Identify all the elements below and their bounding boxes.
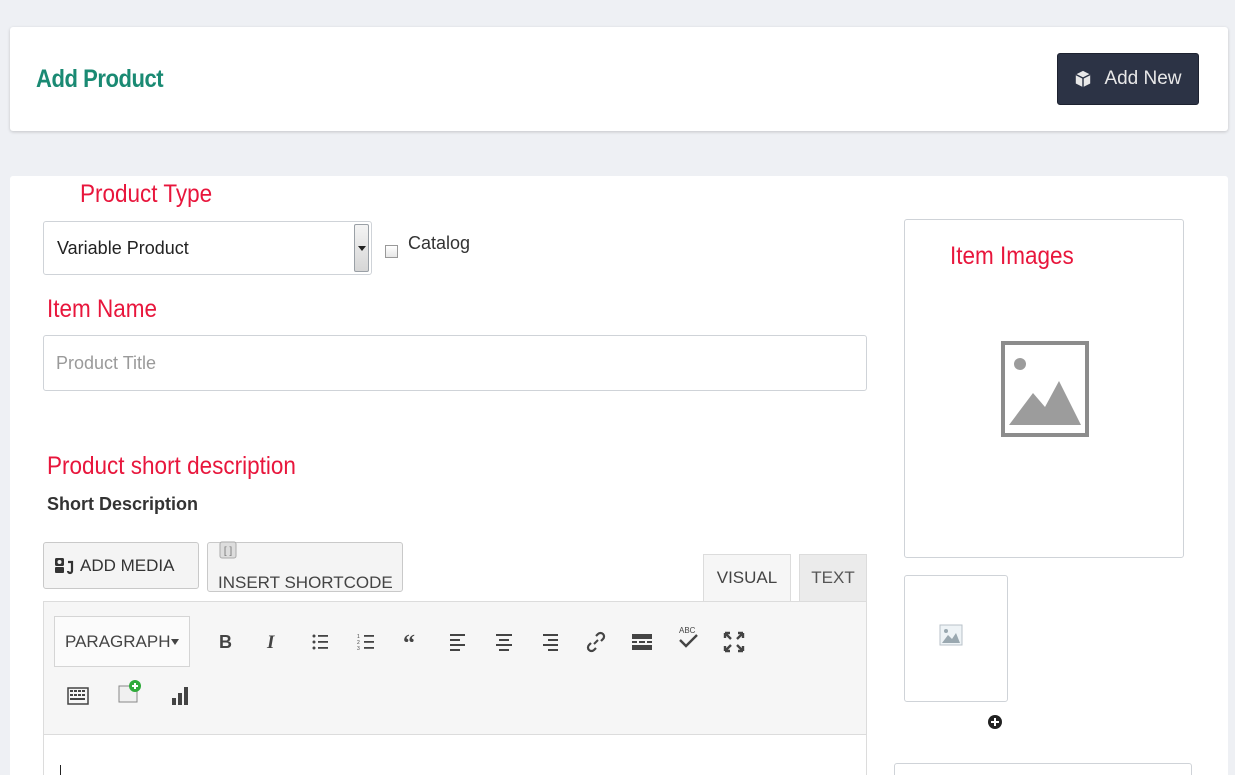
blockquote-button[interactable]: “ bbox=[396, 626, 428, 658]
read-more-icon bbox=[632, 634, 652, 650]
catalog-checkbox[interactable] bbox=[385, 245, 398, 258]
insert-shortcode-label: INSERT SHORTCODE bbox=[218, 573, 393, 592]
link-icon bbox=[586, 631, 606, 653]
svg-text:[ ]: [ ] bbox=[224, 546, 233, 557]
fullscreen-button[interactable] bbox=[718, 626, 750, 658]
cube-icon bbox=[1075, 70, 1091, 88]
short-description-label: Short Description bbox=[47, 494, 199, 514]
product-type-value: Variable Product bbox=[57, 237, 189, 258]
page-title: Add Product bbox=[36, 65, 164, 93]
item-name-annotation: Item Name bbox=[47, 295, 158, 323]
tab-visual[interactable]: VISUAL bbox=[703, 554, 791, 601]
catalog-label: Catalog bbox=[408, 233, 471, 253]
image-placeholder-icon bbox=[1001, 341, 1089, 437]
italic-button[interactable]: I bbox=[256, 626, 288, 658]
add-media-label: ADD MEDIA bbox=[80, 555, 175, 575]
add-new-label: Add New bbox=[1104, 68, 1182, 89]
insert-shortcode-button[interactable]: [ ] INSERT SHORTCODE bbox=[207, 541, 403, 592]
bulleted-list-icon bbox=[312, 634, 328, 650]
shortcode-icon: [ ] bbox=[219, 541, 237, 559]
align-left-icon bbox=[450, 634, 465, 651]
svg-text:B: B bbox=[219, 632, 232, 652]
side-panel-box bbox=[894, 763, 1192, 775]
paragraph-format-value: PARAGRAPH bbox=[65, 631, 171, 651]
svg-text:3: 3 bbox=[357, 646, 360, 652]
page-header: Add Product Add New bbox=[10, 27, 1228, 131]
read-more-button[interactable] bbox=[626, 626, 658, 658]
bold-icon: B bbox=[219, 632, 232, 652]
align-left-button[interactable] bbox=[442, 626, 474, 658]
chart-icon bbox=[172, 687, 188, 705]
media-icon bbox=[55, 557, 74, 574]
italic-icon: I bbox=[266, 632, 275, 652]
spellcheck-icon: ABC bbox=[679, 626, 698, 648]
align-right-icon bbox=[543, 634, 558, 651]
tab-text[interactable]: TEXT bbox=[799, 554, 867, 601]
numbered-list-button[interactable]: 1 2 3 bbox=[350, 626, 382, 658]
add-new-button[interactable]: Add New bbox=[1057, 53, 1199, 105]
fullscreen-icon bbox=[723, 631, 745, 653]
link-button[interactable] bbox=[580, 626, 612, 658]
blockquote-icon: “ bbox=[403, 632, 415, 652]
short-description-annotation: Product short description bbox=[47, 452, 296, 480]
product-type-annotation: Product Type bbox=[80, 180, 213, 208]
bold-button[interactable]: B bbox=[208, 626, 240, 658]
spellcheck-button[interactable]: ABC bbox=[672, 622, 704, 654]
svg-text:“: “ bbox=[403, 632, 415, 652]
add-media-button[interactable]: ADD MEDIA bbox=[43, 542, 199, 589]
align-right-button[interactable] bbox=[534, 626, 566, 658]
add-note-button[interactable] bbox=[114, 676, 146, 708]
chart-button[interactable] bbox=[164, 680, 196, 712]
add-note-icon bbox=[118, 680, 141, 703]
toolbar-toggle-icon bbox=[67, 687, 89, 705]
product-type-select[interactable]: Variable Product bbox=[43, 221, 372, 275]
svg-text:ABC: ABC bbox=[679, 626, 696, 635]
bulleted-list-button[interactable] bbox=[304, 626, 336, 658]
numbered-list-icon: 1 2 3 bbox=[357, 634, 374, 652]
svg-text:I: I bbox=[266, 632, 275, 652]
toolbar-toggle-button[interactable] bbox=[62, 680, 94, 712]
gallery-thumbnail[interactable] bbox=[904, 575, 1008, 702]
chevron-down-icon bbox=[170, 638, 179, 645]
editor-toolbar: PARAGRAPH B I 1 2 3 “ ABC bbox=[43, 601, 867, 735]
item-images-annotation: Item Images bbox=[950, 242, 1074, 270]
short-description-editor[interactable] bbox=[43, 735, 867, 775]
product-title-input[interactable] bbox=[43, 335, 867, 391]
align-center-button[interactable] bbox=[488, 626, 520, 658]
paragraph-format-select[interactable]: PARAGRAPH bbox=[54, 616, 190, 667]
text-cursor bbox=[60, 765, 61, 775]
align-center-icon bbox=[496, 634, 512, 651]
item-images-box[interactable]: Item Images bbox=[904, 219, 1184, 558]
add-image-icon[interactable] bbox=[988, 715, 1002, 729]
product-form: Product Type Variable Product Catalog It… bbox=[10, 176, 1228, 775]
image-placeholder-icon bbox=[939, 624, 963, 646]
select-arrow-icon bbox=[354, 224, 369, 272]
